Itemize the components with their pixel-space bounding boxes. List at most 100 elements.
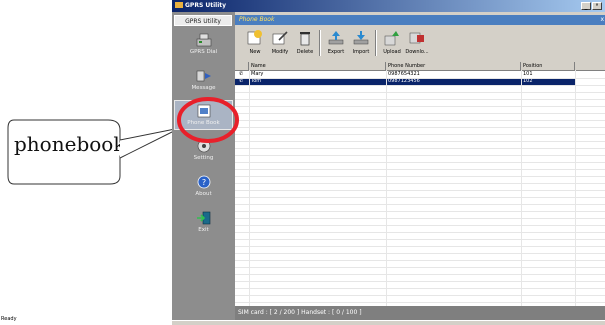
new-button[interactable]: New	[243, 28, 267, 60]
callout-box: phonebook	[6, 118, 134, 186]
sidebar-tab[interactable]: GPRS Utility	[174, 15, 232, 26]
grid-row-line	[235, 127, 605, 128]
sidebar-item-label: Setting	[193, 155, 214, 161]
grid-row-line	[235, 204, 605, 205]
contacts-table: Name Phone Number Position ✆ Mary 098765…	[235, 62, 605, 306]
restore-button[interactable]: °	[592, 2, 602, 10]
grid-row-line	[235, 148, 605, 149]
modify-label: Modify	[271, 49, 289, 55]
sidebar-item-gprs-dial[interactable]: GPRS Dial	[174, 30, 233, 60]
status-bar: SIM card : [ 2 / 200 ] Handset : [ 0 / 1…	[235, 306, 605, 320]
import-button[interactable]: Import	[349, 28, 373, 60]
download-icon	[409, 32, 424, 44]
grid-row-line	[235, 225, 605, 226]
panel-title: Phone Book	[239, 16, 275, 23]
delete-button[interactable]: Delete	[293, 28, 317, 60]
trash-icon	[300, 32, 310, 46]
grid-row-line	[235, 274, 605, 275]
download-button[interactable]: Downlo...	[405, 28, 429, 60]
title-bar: GPRS Utility _ °	[172, 0, 605, 12]
grid-row-line	[235, 281, 605, 282]
upload-button[interactable]: Upload	[380, 28, 404, 60]
sidebar-item-exit[interactable]: Exit	[174, 208, 233, 238]
pencil-icon	[272, 31, 288, 45]
grid-row-line	[235, 92, 605, 93]
delete-label: Delete	[296, 49, 314, 55]
contact-name: Tom	[251, 78, 262, 84]
grid-row-line	[235, 155, 605, 156]
sidebar-item-about[interactable]: ? About	[174, 172, 233, 202]
grid-row-line	[235, 176, 605, 177]
sidebar-item-label: Exit	[198, 227, 209, 233]
help-icon: ?	[197, 175, 210, 189]
grid-row-line	[235, 106, 605, 107]
contact-position: 102	[523, 78, 533, 84]
grid-row-line	[235, 197, 605, 198]
toolbar-separator	[375, 30, 377, 56]
contact-position: 101	[523, 71, 533, 77]
grid-row-line	[235, 288, 605, 289]
table-header: Name Phone Number Position	[235, 62, 605, 71]
message-icon	[196, 70, 211, 82]
sidebar: GPRS Utility GPRS Dial Message Phone Boo…	[172, 12, 235, 320]
table-row[interactable]: ✆ Mary 0987654321 101	[235, 71, 575, 78]
sidebar-item-message[interactable]: Message	[174, 66, 233, 96]
highlight-ring	[177, 97, 239, 143]
window-title: GPRS Utility	[185, 2, 227, 9]
grid-row-line	[235, 246, 605, 247]
panel-title-bar: Phone Book x	[235, 15, 605, 25]
header-name[interactable]: Name	[249, 62, 386, 70]
grid-column-line	[249, 70, 250, 306]
contact-phone: 0987654321	[388, 71, 420, 77]
minimize-button[interactable]: _	[581, 2, 591, 10]
new-label: New	[249, 49, 261, 55]
export-button[interactable]: Export	[324, 28, 348, 60]
grid-row-line	[235, 232, 605, 233]
callout-label: phonebook	[14, 132, 126, 156]
contact-icon: ✆	[239, 71, 244, 77]
export-label: Export	[327, 49, 345, 55]
grid-row-line	[235, 302, 605, 303]
window-status-strip	[172, 320, 605, 325]
import-label: Import	[352, 49, 370, 55]
app-window: GPRS Utility _ ° GPRS Utility GPRS Dial …	[172, 0, 605, 325]
grid-row-line	[235, 295, 605, 296]
contact-phone: 0987123456	[388, 78, 420, 84]
grid-row-line	[235, 120, 605, 121]
table-row[interactable]: ✆ Tom 0987123456 102	[235, 78, 575, 85]
grid-column-line	[386, 70, 387, 306]
panel-close-button[interactable]: x	[600, 16, 604, 23]
modify-button[interactable]: Modify	[268, 28, 292, 60]
contact-name: Mary	[251, 71, 264, 77]
contact-icon: ✆	[239, 78, 244, 84]
header-position[interactable]: Position	[521, 62, 575, 70]
grid-row-line	[235, 190, 605, 191]
grid-column-line	[521, 70, 522, 306]
grid-row-line	[235, 85, 605, 86]
upload-label: Upload	[383, 49, 401, 55]
grid-row-line	[235, 134, 605, 135]
grid-row-line	[235, 211, 605, 212]
header-icon-column[interactable]	[235, 62, 249, 70]
main-panel: Phone Book x New Modify Delete Export Im…	[235, 12, 605, 320]
app-icon	[175, 2, 183, 8]
grid-row-line	[235, 141, 605, 142]
new-contact-icon	[247, 30, 262, 45]
grid-row-line	[235, 239, 605, 240]
grid-row-line	[235, 169, 605, 170]
sidebar-item-label: GPRS Dial	[189, 49, 218, 55]
ready-status: Ready	[1, 316, 17, 322]
header-phone-number[interactable]: Phone Number	[386, 62, 521, 70]
grid-column-line	[575, 70, 576, 306]
toolbar: New Modify Delete Export Import Upload D…	[235, 26, 605, 63]
exit-icon	[196, 211, 210, 225]
download-label: Downlo...	[405, 49, 429, 55]
grid-row-line	[235, 113, 605, 114]
import-icon	[353, 31, 369, 45]
sidebar-item-label: Message	[191, 85, 216, 91]
grid-row-line	[235, 267, 605, 268]
upload-icon	[384, 31, 399, 46]
toolbar-separator	[319, 30, 321, 56]
modem-icon	[196, 33, 211, 47]
sidebar-item-label: About	[195, 191, 212, 197]
